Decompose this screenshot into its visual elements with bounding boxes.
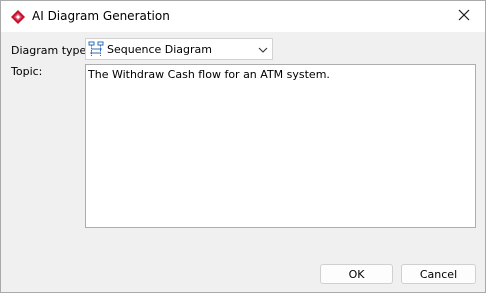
- topic-label: Topic:: [11, 65, 43, 78]
- dialog-window: AI Diagram Generation Diagram type: Sequ…: [0, 0, 486, 293]
- diagram-type-value: Sequence Diagram: [107, 43, 212, 56]
- chevron-down-icon: [258, 44, 268, 54]
- app-logo-icon: [10, 9, 26, 25]
- cancel-button[interactable]: Cancel: [401, 264, 476, 284]
- close-button[interactable]: [443, 1, 485, 32]
- window-title: AI Diagram Generation: [32, 9, 170, 23]
- sequence-diagram-icon: [88, 41, 104, 57]
- dialog-body: Diagram type: Sequence Diagram Topic: Th…: [1, 32, 485, 292]
- close-icon: [458, 9, 470, 24]
- ok-button[interactable]: OK: [320, 264, 393, 284]
- title-bar: AI Diagram Generation: [1, 1, 485, 32]
- diagram-type-dropdown[interactable]: Sequence Diagram: [85, 38, 273, 60]
- diagram-type-label: Diagram type:: [11, 44, 91, 57]
- topic-textarea[interactable]: The Withdraw Cash flow for an ATM system…: [85, 64, 476, 228]
